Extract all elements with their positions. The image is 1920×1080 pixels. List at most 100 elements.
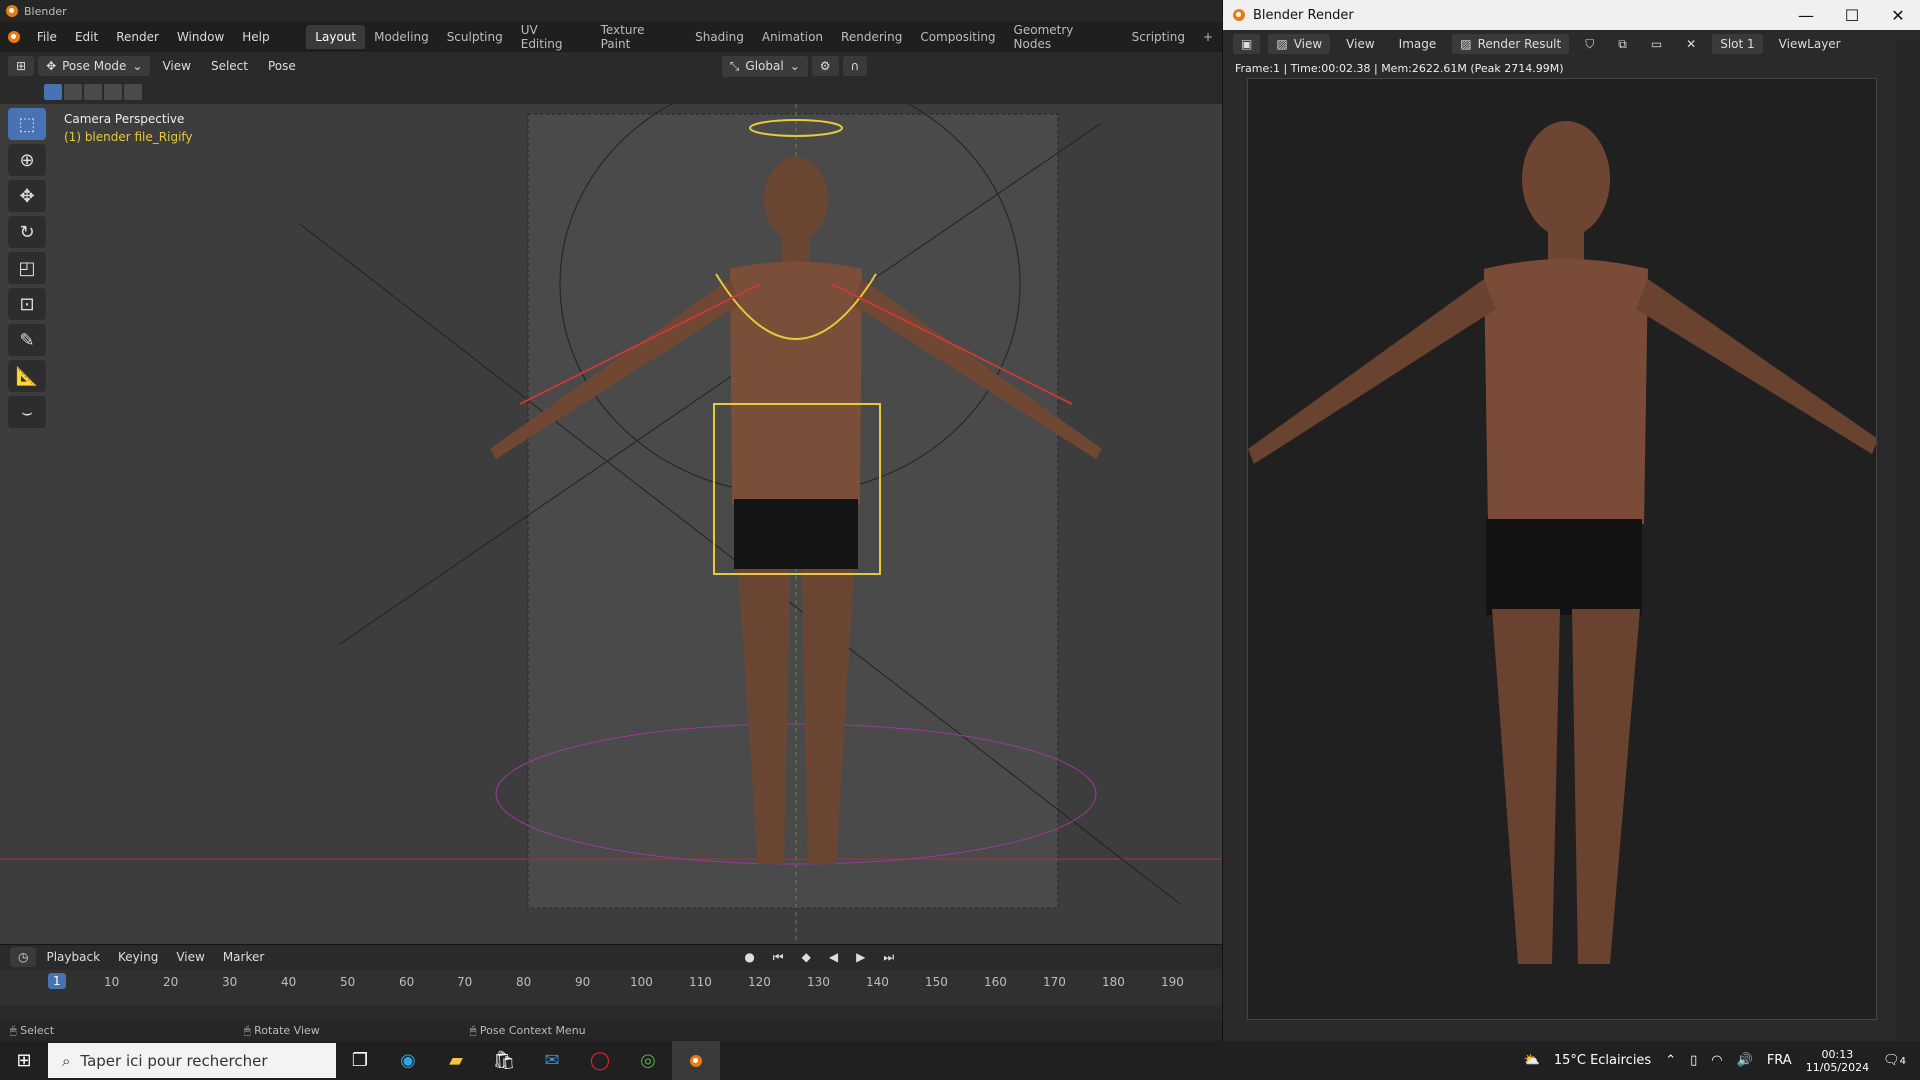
tab-animation[interactable]: Animation [753,25,832,49]
minimize-button[interactable]: — [1783,0,1829,30]
unlink-icon[interactable]: ✕ [1678,34,1704,54]
blender-menu-icon[interactable] [8,31,20,43]
mail-button[interactable]: ✉ [528,1041,576,1080]
tab-layout[interactable]: Layout [306,25,366,49]
store-button[interactable]: 🛍 [480,1041,528,1080]
menu-file[interactable]: File [28,26,66,48]
3d-viewport[interactable] [0,104,1222,944]
cursor-tool[interactable]: ⊕ [8,144,46,176]
marker-menu[interactable]: Marker [215,947,272,967]
slot-dropdown[interactable]: Slot 1 [1712,34,1763,54]
menu-window[interactable]: Window [168,26,233,48]
opera-button[interactable]: ◯ [576,1041,624,1080]
tab-texture-paint[interactable]: Texture Paint [592,18,687,56]
blender-taskbar-icon [690,1054,702,1067]
close-button[interactable]: ✕ [1875,0,1920,30]
tab-scripting[interactable]: Scripting [1123,25,1194,49]
chrome-button[interactable]: ◎ [624,1041,672,1080]
current-frame-indicator[interactable]: 1 [48,973,66,989]
editor-type-button[interactable]: ⊞ [8,56,35,76]
keying-menu[interactable]: Keying [110,947,166,967]
start-button[interactable]: ⊞ [0,1041,48,1080]
shield-icon[interactable]: ⛉ [1577,34,1602,55]
view-layer-label[interactable]: ViewLayer [1771,34,1849,54]
add-workspace-button[interactable]: + [1194,25,1222,49]
tab-uv-editing[interactable]: UV Editing [512,18,592,56]
volume-icon[interactable]: 🔊 [1737,1053,1753,1068]
clock[interactable]: 00:13 11/05/2024 [1806,1048,1869,1074]
timeline-view-menu[interactable]: View [168,947,212,967]
scale-tool[interactable]: ◰ [8,252,46,284]
frame-ruler[interactable]: 1 10 20 30 40 50 60 70 80 90 100 110 120… [0,969,1222,1005]
header-pose[interactable]: Pose [260,56,304,76]
tray-expand-icon[interactable]: ⌃ [1665,1053,1676,1068]
object-name: (1) blender file_Rigify [64,130,193,144]
frame-tick: 80 [516,975,532,989]
system-tray: ⛅ 15°C Eclaircies ⌃ ▯ ◠ 🔊 FRA 00:13 11/0… [1524,1041,1920,1080]
header-view[interactable]: View [154,56,198,76]
rotate-tool[interactable]: ↻ [8,216,46,248]
wifi-icon[interactable]: ◠ [1711,1053,1722,1068]
edge-button[interactable]: ◉ [384,1041,432,1080]
maximize-button[interactable]: ☐ [1829,0,1875,30]
jump-start-button[interactable]: ⏮ [765,947,792,968]
relax-tool[interactable]: ⌣ [8,396,46,428]
orientation-label: Global [745,59,784,73]
tab-rendering[interactable]: Rendering [832,25,911,49]
header-select[interactable]: Select [203,56,256,76]
playback-menu[interactable]: Playback [38,947,108,967]
select-invert-button[interactable] [104,84,122,100]
menu-edit[interactable]: Edit [66,26,107,48]
snap-toggle[interactable]: ∩ [842,56,868,76]
record-button[interactable]: ● [736,947,762,967]
select-box-icon: ⬚ [18,113,36,135]
measure-tool[interactable]: 📐 [8,360,46,392]
mode-dropdown[interactable]: ✥ Pose Mode ⌄ [38,56,151,76]
rendered-character [1248,79,1876,1019]
taskbar-search[interactable]: ⌕ Taper ici pour rechercher [48,1043,336,1078]
weather-icon[interactable]: ⛅ [1524,1053,1540,1068]
weather-text[interactable]: 15°C Eclaircies [1554,1053,1651,1068]
explorer-button[interactable]: ▰ [432,1041,480,1080]
language-indicator[interactable]: FRA [1767,1053,1792,1068]
render-sidebar[interactable] [1895,40,1920,1040]
timeline-editor-type[interactable]: ◷ [10,947,37,967]
prev-keyframe-button[interactable]: ◆ [794,947,819,967]
transform-tool[interactable]: ⊡ [8,288,46,320]
task-view-button[interactable]: ❐ [336,1041,384,1080]
transform-icon: ⊡ [19,293,35,315]
select-subtract-button[interactable] [84,84,102,100]
play-button[interactable]: ▶ [848,947,873,967]
menu-render[interactable]: Render [107,26,168,48]
render-info: Frame:1 | Time:00:02.38 | Mem:2622.61M (… [1235,62,1564,75]
new-image-icon[interactable]: ⧉ [1610,34,1635,55]
render-result-dropdown[interactable]: ▨ Render Result [1452,34,1570,54]
play-reverse-button[interactable]: ◀ [821,947,846,967]
tab-sculpting[interactable]: Sculpting [438,25,512,49]
notification-button[interactable]: 🗨4 [1883,1053,1906,1068]
view-name: Camera Perspective [64,112,185,126]
annotate-tool[interactable]: ✎ [8,324,46,356]
jump-end-button[interactable]: ⏭ [875,947,902,968]
view-mode-dropdown[interactable]: ▨ View [1268,34,1331,54]
select-intersect-button[interactable] [124,84,142,100]
tab-modeling[interactable]: Modeling [365,25,438,49]
select-extend-button[interactable] [64,84,82,100]
render-image-menu[interactable]: Image [1391,34,1445,54]
pivot-dropdown[interactable]: ⚙ [811,56,839,76]
tab-geometry-nodes[interactable]: Geometry Nodes [1005,18,1123,56]
device-icon[interactable]: ▯ [1690,1053,1697,1068]
folder-icon[interactable]: ▭ [1643,34,1670,54]
select-box-tool[interactable]: ⬚ [8,108,46,140]
tab-shading[interactable]: Shading [686,25,753,49]
move-tool[interactable]: ✥ [8,180,46,212]
render-image[interactable] [1247,78,1877,1020]
orientation-dropdown[interactable]: ⤡ Global ⌄ [721,55,808,77]
menu-help[interactable]: Help [233,26,278,48]
image-editor-type[interactable]: ▣ [1233,34,1261,54]
render-view-menu[interactable]: View [1338,34,1382,54]
cursor-icon: ⊕ [19,149,35,171]
blender-taskbar-button[interactable] [672,1041,720,1080]
select-new-button[interactable] [44,84,62,100]
tab-compositing[interactable]: Compositing [911,25,1004,49]
